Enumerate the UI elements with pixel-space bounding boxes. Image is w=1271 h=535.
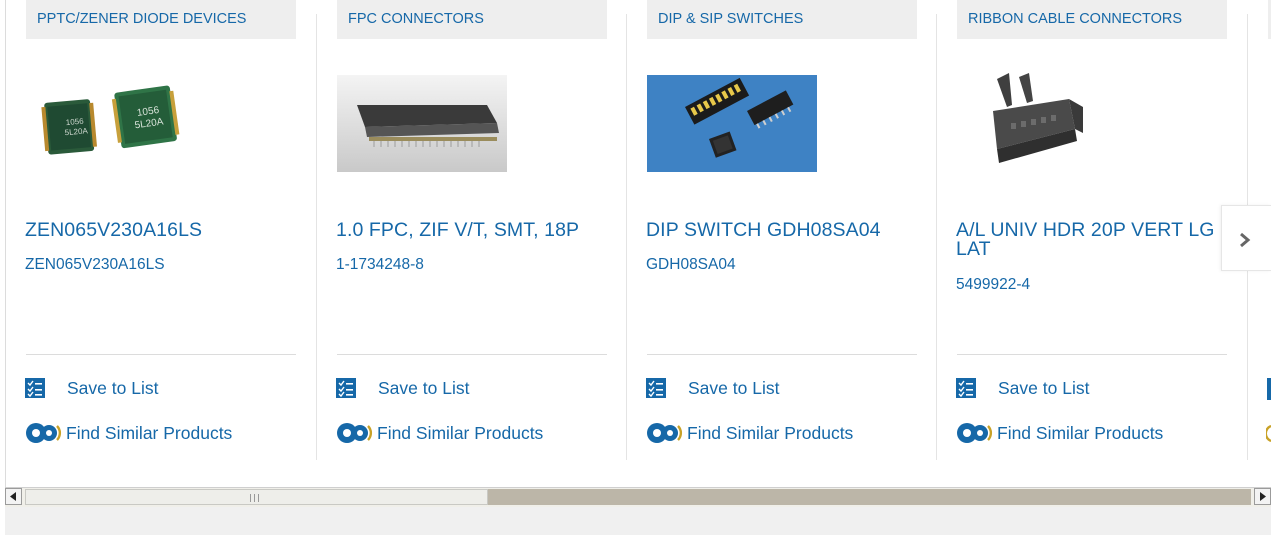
save-to-list-button[interactable]: Save to List	[955, 376, 1089, 400]
product-image-dip-switch[interactable]	[647, 75, 817, 172]
checklist-icon	[646, 378, 666, 398]
part-number-link[interactable]: GDH08SA04	[646, 256, 736, 274]
next-card-checklist-icon-peek	[1267, 378, 1271, 400]
card-separator	[26, 354, 296, 355]
gears-icon	[26, 423, 62, 443]
card-separator	[337, 354, 607, 355]
gears-icon	[957, 423, 993, 443]
product-card: FPC CONNECTORS 1.0 FPC, ZIF V/T, SMT, 18…	[335, 0, 607, 460]
card-divider	[626, 14, 627, 460]
product-image-ribbon-connector[interactable]	[957, 71, 1127, 168]
product-card: PPTC/ZENER DIODE DEVICES 1056 5L20A 1056…	[24, 0, 296, 460]
scroll-left-arrow-icon	[10, 492, 16, 501]
checklist-icon	[336, 378, 356, 398]
product-card: RIBBON CABLE CONNECTORS A/L UNIV HDR 20P…	[955, 0, 1227, 460]
product-carousel: PPTC/ZENER DIODE DEVICES 1056 5L20A 1056…	[0, 0, 1271, 472]
save-to-list-label: Save to List	[67, 377, 159, 398]
checklist-icon	[956, 378, 976, 398]
scrollbar-track[interactable]	[488, 489, 1251, 505]
product-card: DIP & SIP SWITCHES DIP SWITCH GDH08SA04 …	[645, 0, 917, 460]
scrollbar-thumb[interactable]	[25, 489, 488, 505]
carousel-next-button[interactable]	[1221, 205, 1271, 271]
save-to-list-button[interactable]: Save to List	[645, 376, 779, 400]
scroll-right-button[interactable]	[1254, 488, 1271, 505]
find-similar-products-button[interactable]: Find Similar Products	[335, 421, 543, 445]
find-similar-label: Find Similar Products	[687, 422, 854, 443]
horizontal-scrollbar[interactable]	[5, 487, 1271, 507]
category-tag[interactable]: DIP & SIP SWITCHES	[647, 0, 917, 39]
product-image-zener-diodes[interactable]: 1056 5L20A 1056 5L20A	[26, 75, 196, 172]
find-similar-label: Find Similar Products	[997, 422, 1164, 443]
category-tag[interactable]: FPC CONNECTORS	[337, 0, 607, 39]
product-image-fpc-connector[interactable]	[337, 75, 507, 172]
find-similar-label: Find Similar Products	[66, 422, 233, 443]
scroll-left-button[interactable]	[5, 488, 22, 505]
find-similar-products-button[interactable]: Find Similar Products	[645, 421, 853, 445]
scroll-right-arrow-icon	[1260, 492, 1266, 501]
save-to-list-button[interactable]: Save to List	[24, 376, 158, 400]
card-divider	[936, 14, 937, 460]
grip-icon	[250, 494, 259, 502]
part-number-link[interactable]: ZEN065V230A16LS	[25, 256, 165, 274]
product-name-link[interactable]: DIP SWITCH GDH08SA04	[646, 220, 908, 240]
product-name-link[interactable]: 1.0 FPC, ZIF V/T, SMT, 18P	[336, 220, 598, 240]
category-tag[interactable]: PPTC/ZENER DIODE DEVICES	[26, 0, 296, 39]
checklist-icon	[25, 378, 45, 398]
find-similar-label: Find Similar Products	[377, 422, 544, 443]
product-name-link[interactable]: A/L UNIV HDR 20P VERT LG LAT	[956, 220, 1218, 259]
card-divider	[316, 14, 317, 460]
save-to-list-label: Save to List	[998, 377, 1090, 398]
gears-icon	[337, 423, 373, 443]
find-similar-products-button[interactable]: Find Similar Products	[24, 421, 232, 445]
save-to-list-label: Save to List	[688, 377, 780, 398]
chevron-right-icon	[1240, 232, 1251, 248]
card-separator	[647, 354, 917, 355]
save-to-list-label: Save to List	[378, 377, 470, 398]
save-to-list-button[interactable]: Save to List	[335, 376, 469, 400]
svg-text:1056: 1056	[65, 117, 84, 128]
next-card-gears-icon-peek	[1266, 425, 1271, 442]
gears-icon	[647, 423, 683, 443]
product-name-link[interactable]: ZEN065V230A16LS	[25, 220, 287, 240]
card-separator	[957, 354, 1227, 355]
part-number-link[interactable]: 5499922-4	[956, 276, 1030, 294]
bottom-panel	[5, 507, 1271, 535]
part-number-link[interactable]: 1-1734248-8	[336, 256, 424, 274]
find-similar-products-button[interactable]: Find Similar Products	[955, 421, 1163, 445]
category-tag[interactable]: RIBBON CABLE CONNECTORS	[957, 0, 1227, 39]
